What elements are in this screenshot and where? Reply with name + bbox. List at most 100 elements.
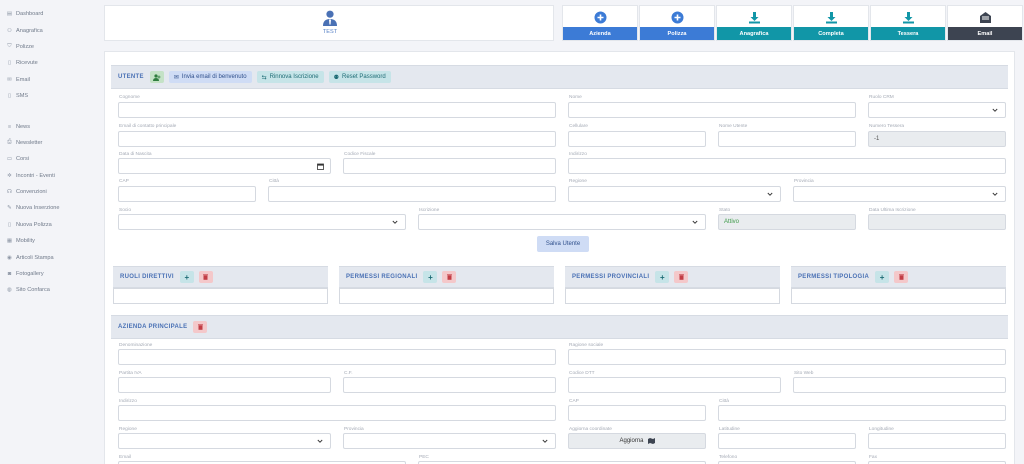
cf-input[interactable]: [343, 377, 556, 393]
ragione-sociale-input[interactable]: [568, 349, 1006, 365]
sidebar-item-nuova-inserzione[interactable]: ✎ Nuova Inserzione: [0, 200, 95, 216]
sidebar-item-anagrafica[interactable]: ⚇ Anagrafica: [0, 22, 95, 38]
ruolo-crm-select[interactable]: [868, 102, 1006, 118]
content-panel: UTENTE ✉ Invia email di benvenuto ⇆ Rinnov…: [104, 51, 1015, 464]
sidebar-item-label: Nuova Polizza: [16, 221, 52, 228]
sidebar-item-newsletter[interactable]: ⎙ Newsletter: [0, 135, 95, 151]
stato-label: Stato: [719, 208, 731, 213]
reset-password-button[interactable]: ⚉ Reset Password: [328, 71, 391, 83]
sidebar-item-sito-confarca[interactable]: ◍ Sito Confarca: [0, 282, 95, 298]
add-button[interactable]: +: [655, 271, 670, 283]
numero-tessera-input[interactable]: -1: [868, 131, 1006, 147]
user-plus-icon: [152, 73, 161, 81]
panel-list[interactable]: [791, 288, 1006, 304]
citta-input[interactable]: [268, 186, 556, 202]
trash-icon: [197, 324, 203, 330]
delete-button[interactable]: [894, 271, 909, 283]
regione-label: Regione: [569, 179, 587, 184]
panel-permessi-tipologia: PERMESSI TIPOLOGIA +: [791, 266, 1006, 305]
sidebar-item-convenzioni[interactable]: ☊ Convenzioni: [0, 184, 95, 200]
add-button[interactable]: +: [423, 271, 438, 283]
sidebar-item-nuova-polizza[interactable]: ▯ Nuova Polizza: [0, 217, 95, 233]
azienda-indirizzo-input[interactable]: [118, 405, 556, 421]
delete-button[interactable]: [674, 271, 689, 283]
aggiorna-coordinate-button[interactable]: Aggiorna: [568, 433, 706, 449]
panel-title: PERMESSI PROVINCIALI: [572, 274, 650, 280]
longitudine-input[interactable]: [868, 433, 1006, 449]
azienda-cap-input[interactable]: [568, 405, 706, 421]
sidebar-item-incontri-eventi[interactable]: ✲ Incontri - Eventi: [0, 168, 95, 184]
latitudine-input[interactable]: [718, 433, 856, 449]
azienda-regione-select[interactable]: [118, 433, 331, 449]
cellulare-input[interactable]: [568, 131, 706, 147]
data-ultima-input[interactable]: [868, 214, 1006, 230]
add-button[interactable]: +: [179, 271, 194, 283]
delete-button[interactable]: [442, 271, 457, 283]
sidebar-item-articoli-stampa[interactable]: ◉ Articoli Stampa: [0, 249, 95, 265]
sidebar-item-fotogallery[interactable]: ◙ Fotogallery: [0, 266, 95, 282]
sidebar-item-ricevute[interactable]: ▯ Ricevute: [0, 55, 95, 71]
sidebar-item-dashboard[interactable]: ▤ Dashboard: [0, 6, 95, 22]
iscrizione-select[interactable]: [418, 214, 706, 230]
delete-azienda-button[interactable]: [193, 321, 208, 333]
renew-subscription-button[interactable]: ⇆ Rinnova Iscrizione: [256, 71, 324, 83]
azienda-citta-label: Città: [719, 399, 729, 404]
sidebar-item-polizze[interactable]: ⛉ Polizze: [0, 39, 95, 55]
welcome-email-button[interactable]: ✉ Invia email di benvenuto: [168, 71, 252, 83]
cap-input[interactable]: [118, 186, 256, 202]
cellulare-label: Cellulare: [569, 124, 588, 129]
nome-input[interactable]: [568, 102, 856, 118]
action-azienda-button[interactable]: Azienda: [562, 5, 638, 41]
azienda-provincia-select[interactable]: [343, 433, 556, 449]
chevron-down-icon: [542, 439, 548, 443]
person-icon: ⚇: [6, 27, 12, 34]
action-completa-button[interactable]: Completa: [793, 5, 869, 41]
panel-permessi-regionali: PERMESSI REGIONALI +: [339, 266, 554, 305]
fax-label: Fax: [869, 455, 877, 460]
sidebar-item-label: Articoli Stampa: [16, 254, 54, 261]
sidebar-item-label: Polizze: [16, 43, 35, 50]
indirizzo-input[interactable]: [568, 158, 1006, 174]
chevron-down-icon: [767, 192, 773, 196]
sidebar-item-sms[interactable]: ▯ SMS: [0, 88, 95, 104]
codice-dtt-input[interactable]: [568, 377, 781, 393]
panel-title: PERMESSI TIPOLOGIA: [798, 274, 870, 280]
denominazione-input[interactable]: [118, 349, 556, 365]
panel-list[interactable]: [113, 288, 328, 304]
sito-web-input[interactable]: [793, 377, 1006, 393]
regione-select[interactable]: [568, 186, 781, 202]
sidebar-item-mobility[interactable]: ▦ Mobility: [0, 233, 95, 249]
plus-icon: +: [428, 272, 433, 282]
panel-list[interactable]: [339, 288, 554, 304]
codice-fiscale-input[interactable]: [343, 158, 556, 174]
add-user-button[interactable]: [149, 71, 164, 83]
nome-utente-input[interactable]: [718, 131, 856, 147]
map-icon: [647, 438, 655, 444]
azienda-email-label: Email: [119, 455, 131, 460]
action-email-button[interactable]: Email: [947, 5, 1023, 41]
cognome-input[interactable]: [118, 102, 556, 118]
newsletter-icon: ⎙: [7, 139, 12, 146]
chevron-down-icon: [392, 220, 398, 224]
add-button[interactable]: +: [875, 271, 890, 283]
socio-select[interactable]: [118, 214, 406, 230]
data-nascita-input[interactable]: [118, 158, 331, 174]
sidebar-item-news[interactable]: ≡ News: [0, 118, 95, 134]
trash-icon: [446, 274, 452, 280]
stato-input[interactable]: Attivo: [718, 214, 856, 230]
action-tessera-button[interactable]: Tessera: [870, 5, 946, 41]
sidebar-item-corsi[interactable]: ▭ Corsi: [0, 151, 95, 167]
sidebar-item-email[interactable]: ✉ Email: [0, 72, 95, 88]
action-polizza-button[interactable]: Polizza: [639, 5, 715, 41]
azienda-citta-input[interactable]: [718, 405, 1006, 421]
email-input[interactable]: [118, 131, 556, 147]
action-anagrafica-button[interactable]: Anagrafica: [716, 5, 792, 41]
save-user-button[interactable]: Salva Utente: [537, 236, 589, 252]
sidebar-item-label: Incontri - Eventi: [16, 172, 55, 179]
provincia-select[interactable]: [793, 186, 1006, 202]
partita-iva-input[interactable]: [118, 377, 331, 393]
chevron-down-icon: [692, 220, 698, 224]
panel-list[interactable]: [565, 288, 780, 304]
delete-button[interactable]: [198, 271, 213, 283]
azienda-title: AZIENDA PRINCIPALE: [118, 324, 188, 330]
